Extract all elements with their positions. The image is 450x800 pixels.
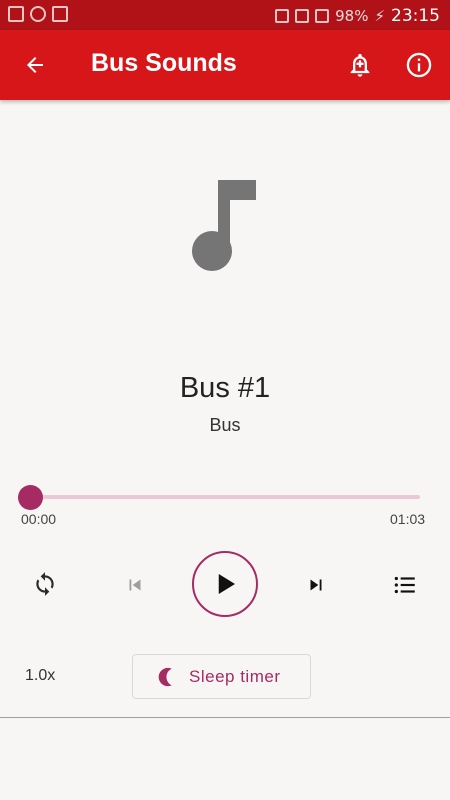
playlist-button[interactable] xyxy=(388,570,422,600)
track-artist: Bus xyxy=(209,415,241,435)
image-notification-icon xyxy=(8,6,24,22)
back-button[interactable] xyxy=(18,48,52,82)
info-button[interactable] xyxy=(401,47,437,83)
previous-button[interactable] xyxy=(120,570,150,600)
divider xyxy=(0,717,450,718)
system-status: 98% ⚡ 23:15 xyxy=(275,6,440,26)
signal-icon xyxy=(315,9,330,23)
play-icon xyxy=(218,574,235,594)
playlist-icon xyxy=(394,576,415,594)
next-button[interactable] xyxy=(301,570,331,600)
repeat-icon xyxy=(36,572,54,596)
sleep-timer-button[interactable]: Sleep timer xyxy=(132,654,311,699)
seek-bar[interactable] xyxy=(30,495,420,499)
music-note-icon xyxy=(192,180,256,271)
mute-icon xyxy=(275,9,290,23)
add-alarm-button[interactable] xyxy=(342,47,378,83)
repeat-button[interactable] xyxy=(28,567,62,601)
playback-speed[interactable]: 1.0x xyxy=(25,667,55,685)
sync-notification-icon xyxy=(30,6,46,22)
battery-percent: 98% xyxy=(335,7,369,25)
moon-icon xyxy=(158,667,172,687)
skip-previous-icon xyxy=(129,579,141,591)
track-title: Bus #1 xyxy=(179,372,271,404)
total-time: 01:03 xyxy=(390,511,426,527)
sleep-timer-label: Sleep timer xyxy=(189,667,281,686)
sim-icon xyxy=(295,9,310,23)
clock: 23:15 xyxy=(391,6,440,26)
battery-icon: ⚡ xyxy=(374,7,385,25)
current-time: 00:00 xyxy=(21,511,57,527)
app-bar: Bus Sounds xyxy=(0,30,450,100)
photo-off-notification-icon xyxy=(52,6,68,22)
status-bar: 98% ⚡ 23:15 xyxy=(0,0,450,30)
seek-thumb[interactable] xyxy=(18,485,43,510)
page-title: Bus Sounds xyxy=(91,49,237,77)
info-icon xyxy=(406,52,432,78)
arrow-back-icon xyxy=(27,57,43,73)
notification-icons xyxy=(8,6,68,22)
skip-next-icon xyxy=(310,579,322,591)
play-button[interactable] xyxy=(192,551,258,617)
add-alarm-icon xyxy=(350,53,370,77)
